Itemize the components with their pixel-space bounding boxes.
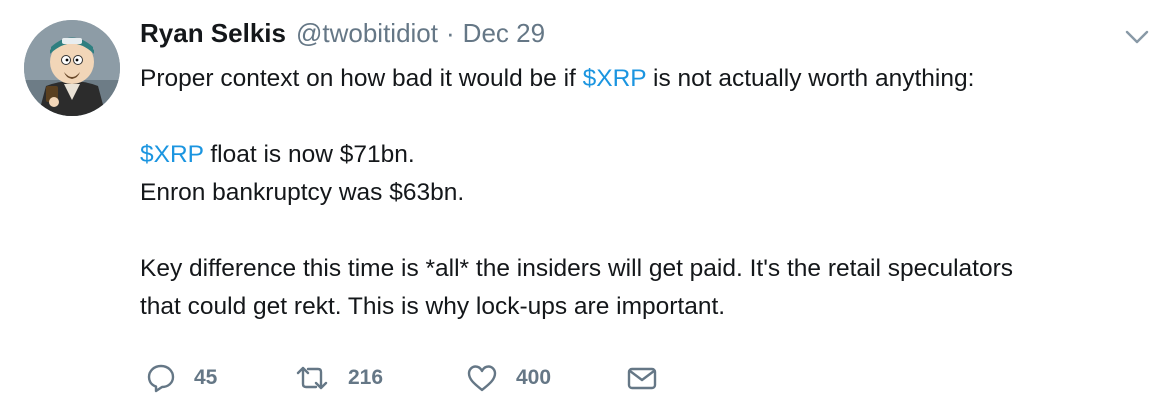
cashtag-link[interactable]: $XRP xyxy=(583,65,647,92)
author-name[interactable]: Ryan Selkis xyxy=(140,18,286,49)
heart-icon xyxy=(467,365,497,392)
reply-button[interactable]: 45 xyxy=(146,363,294,393)
retweet-icon xyxy=(296,366,328,390)
cashtag-link[interactable]: $XRP xyxy=(140,141,204,168)
message-icon xyxy=(627,367,657,390)
avatar[interactable] xyxy=(24,20,120,116)
chevron-down-icon[interactable] xyxy=(1122,22,1152,52)
avatar-image xyxy=(24,20,120,116)
retweet-count: 216 xyxy=(348,366,384,389)
tweet-header: Ryan Selkis @twobitidiot · Dec 29 xyxy=(140,18,545,54)
like-count: 400 xyxy=(516,366,552,389)
text-segment: Proper context on how bad it would be if xyxy=(140,65,583,92)
tweet-line-4: Key difference this time is *all* the in… xyxy=(140,255,1014,282)
text-segment: is not actually worth anything: xyxy=(646,65,975,92)
tweet-line-2: $XRP float is now $71bn. xyxy=(140,136,1160,174)
reply-icon xyxy=(147,364,175,393)
like-button[interactable]: 400 xyxy=(466,363,626,393)
tweet-text: Proper context on how bad it would be if… xyxy=(140,60,1160,326)
reply-count: 45 xyxy=(194,366,218,389)
tweet-line-5: that could get rekt. This is why lock-up… xyxy=(140,293,726,320)
retweet-button[interactable]: 216 xyxy=(294,363,466,393)
author-handle[interactable]: @twobitidiot xyxy=(296,18,438,49)
tweet-date[interactable]: Dec 29 xyxy=(463,18,545,49)
direct-message-button[interactable] xyxy=(626,363,658,393)
separator-dot: · xyxy=(446,18,455,48)
tweet-line-1: Proper context on how bad it would be if… xyxy=(140,60,1160,98)
text-segment: float is now $71bn. xyxy=(203,141,415,168)
tweet-line-3: Enron bankruptcy was $63bn. xyxy=(140,179,465,206)
tweet-actions: 45 216 400 xyxy=(146,358,658,398)
